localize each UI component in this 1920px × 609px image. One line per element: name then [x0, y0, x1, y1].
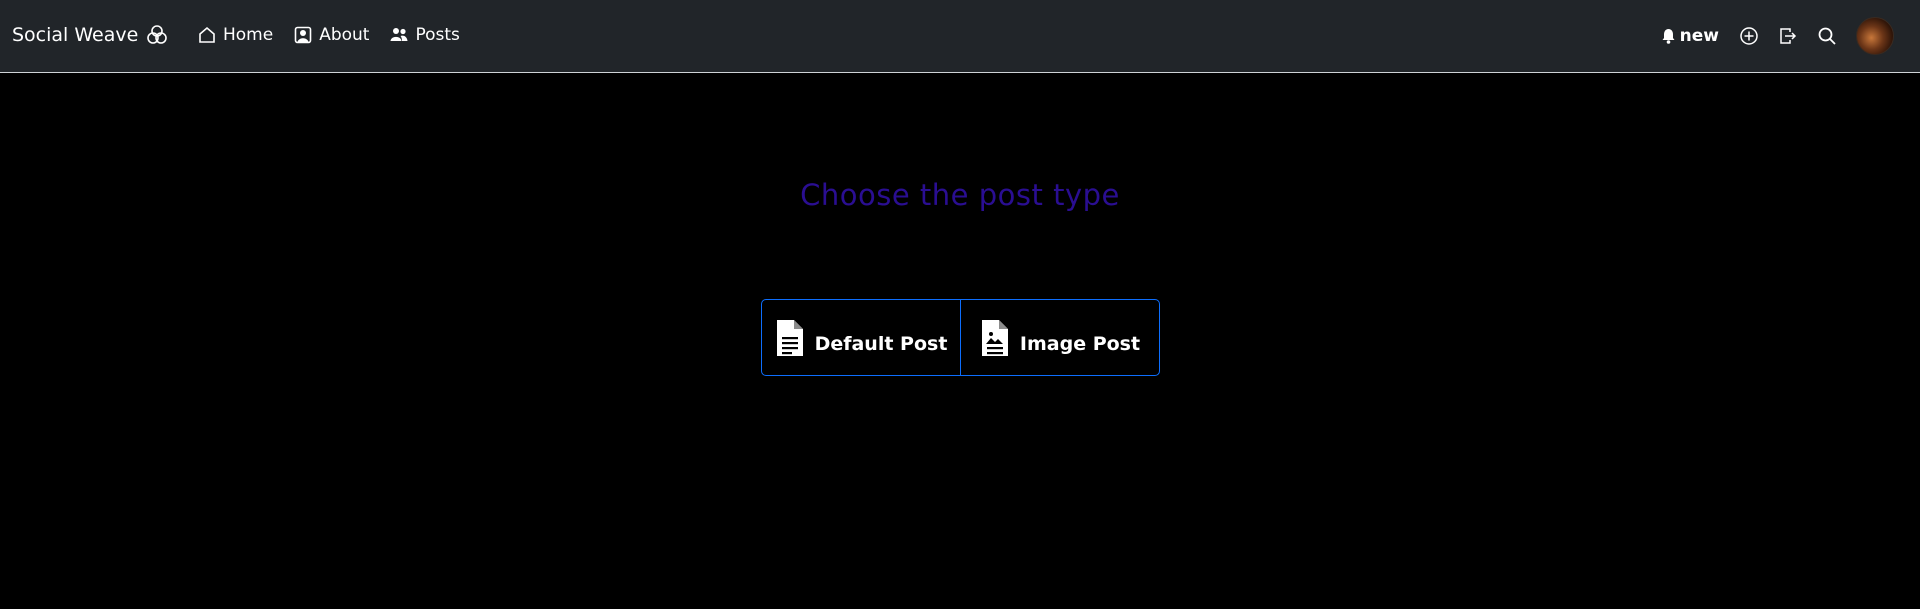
brand-link[interactable]: Social Weave	[12, 22, 168, 48]
notifications-button[interactable]: new	[1661, 26, 1719, 46]
person-badge-icon	[294, 26, 312, 44]
image-post-button[interactable]: Image Post	[960, 300, 1159, 375]
page-title: Choose the post type	[800, 178, 1120, 212]
house-icon	[199, 26, 215, 43]
nav-about[interactable]: About	[294, 25, 369, 45]
nav-about-label: About	[319, 25, 370, 45]
nav-right: new	[1661, 17, 1894, 55]
nav-posts[interactable]: Posts	[390, 25, 460, 45]
people-icon	[390, 28, 408, 41]
bell-icon	[1662, 29, 1675, 44]
default-post-button[interactable]: Default Post	[762, 300, 960, 375]
atom-logo-icon	[147, 25, 168, 44]
image-post-label: Image Post	[1019, 332, 1141, 355]
post-type-group: Default Post Image Post	[761, 299, 1160, 376]
user-avatar[interactable]	[1856, 17, 1894, 55]
navbar: Social Weave Home About Posts new	[0, 0, 1920, 73]
box-arrow-in-icon[interactable]	[1778, 26, 1798, 46]
nav-links: Home About Posts	[198, 22, 481, 48]
brand-name: Social Weave	[12, 24, 139, 46]
notifications-label: new	[1679, 26, 1719, 46]
nav-home-label: Home	[223, 25, 274, 45]
document-text-icon	[776, 319, 803, 356]
plus-circle-icon[interactable]	[1739, 26, 1759, 46]
search-icon[interactable]	[1817, 26, 1837, 46]
default-post-label: Default Post	[814, 332, 948, 355]
document-image-icon	[981, 319, 1008, 356]
nav-home[interactable]: Home	[198, 25, 273, 45]
nav-posts-label: Posts	[415, 25, 460, 45]
